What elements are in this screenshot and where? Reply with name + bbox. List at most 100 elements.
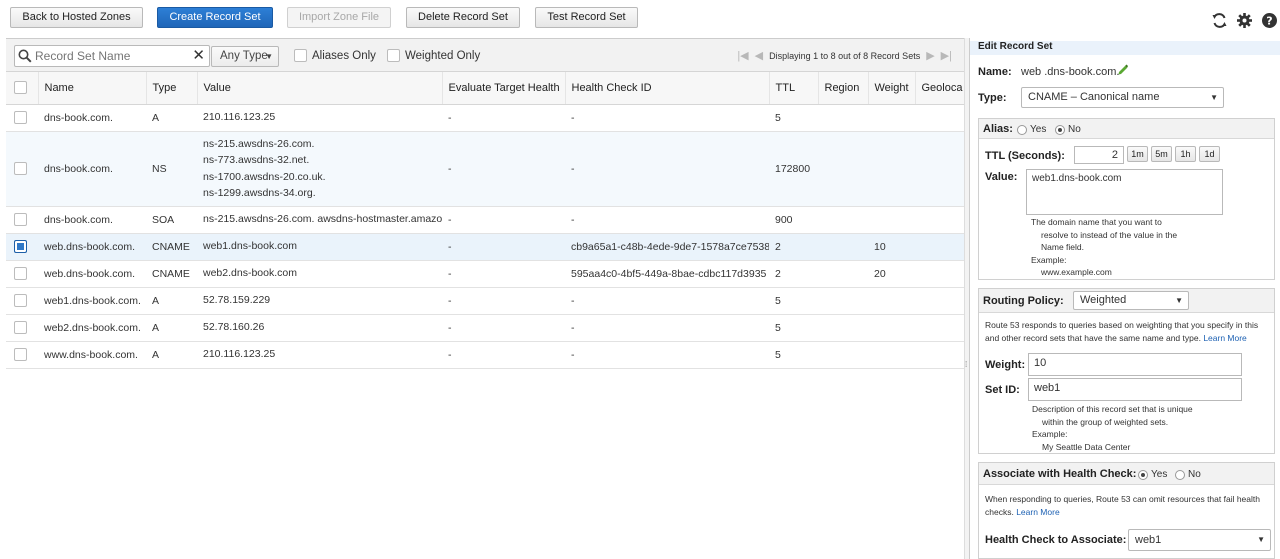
column-header[interactable]: Name — [38, 72, 147, 105]
name-label: Name: — [978, 66, 1012, 78]
cell-type: CNAME — [146, 260, 197, 288]
row-checkbox[interactable] — [14, 321, 27, 334]
table-header: Name Type Value Evaluate Target Health H… — [6, 72, 965, 105]
alias-yes-radio[interactable] — [1017, 124, 1027, 135]
weighted-only-filter[interactable]: Weighted Only — [387, 49, 480, 62]
column-header[interactable]: Type — [146, 72, 198, 105]
table-row[interactable]: www.dns-book.com. A 210.116.123.25- -5 — [6, 341, 964, 369]
cell-region — [818, 131, 868, 207]
import-zone-file-button[interactable]: Import Zone File — [287, 7, 391, 28]
column-header[interactable]: Health Check ID — [565, 72, 770, 105]
search-input[interactable] — [35, 48, 185, 64]
row-checkbox[interactable] — [14, 348, 27, 361]
gear-icon[interactable] — [1236, 12, 1253, 29]
column-header[interactable]: Value — [197, 72, 443, 105]
ttl-1m-button[interactable]: 1m — [1127, 146, 1148, 162]
cell-value: ns-215.awsdns-26.com. ns-773.awsdns-32.ne… — [197, 131, 442, 207]
cell-name: web2.dns-book.com. — [38, 314, 146, 342]
value-line: ns-215.awsdns-26.com. — [203, 137, 315, 150]
alias-no-radio[interactable] — [1055, 124, 1065, 135]
table-row[interactable]: web1.dns-book.com. A 52.78.159.229- -5 — [6, 287, 964, 315]
value-label: Value: — [985, 171, 1018, 183]
edit-record-set-panel: Edit Record Set Name: web .dns-book.com.… — [969, 38, 1280, 559]
alias-no-label: No — [1068, 124, 1081, 135]
back-to-hosted-zones-button[interactable]: Back to Hosted Zones — [10, 7, 143, 28]
set-id-input[interactable]: web1 — [1028, 378, 1242, 401]
table-row[interactable]: dns-book.com. NS ns-215.awsdns-26.com. ns-7… — [6, 131, 964, 207]
table-row[interactable]: dns-book.com. SOA ns-215.awsdns-26.com. aw… — [6, 206, 964, 234]
toolbar: Back to Hosted Zones Create Record Set I… — [0, 0, 1280, 38]
last-page-icon[interactable]: ▶| — [941, 49, 952, 62]
cell-value: 210.116.123.25 — [197, 104, 442, 132]
ttl-5m-button[interactable]: 5m — [1151, 146, 1172, 162]
alias-no-option[interactable]: No — [1055, 124, 1081, 135]
delete-record-set-button[interactable]: Delete Record Set — [406, 7, 520, 28]
table-row[interactable]: web.dns-book.com. CNAME web2.dns-book.com -… — [6, 260, 964, 288]
row-checkbox[interactable] — [14, 267, 27, 280]
column-header[interactable]: Region — [818, 72, 869, 105]
assoc-yes-radio[interactable] — [1138, 469, 1148, 480]
cell-region — [818, 233, 868, 261]
value-line: ns-773.awsdns-32.net. — [203, 154, 310, 166]
toolbar-icons: ? — [1211, 12, 1278, 30]
row-checkbox-cell — [6, 233, 38, 261]
pager-text: Displaying 1 to 8 out of 8 Record Sets — [769, 50, 921, 61]
ttl-input[interactable] — [1074, 146, 1124, 164]
next-page-icon[interactable]: ▶ — [926, 49, 934, 62]
column-header[interactable]: Weight — [868, 72, 916, 105]
row-checkbox-cell — [6, 131, 38, 207]
help-icon[interactable]: ? — [1261, 12, 1278, 29]
table-row[interactable]: web2.dns-book.com. A 52.78.160.26- -5 — [6, 314, 964, 342]
cell-weight — [868, 341, 915, 369]
select-all-checkbox[interactable] — [14, 81, 27, 95]
ttl-1h-button[interactable]: 1h — [1175, 146, 1196, 162]
row-checkbox[interactable] — [14, 240, 27, 253]
row-checkbox[interactable] — [14, 294, 27, 307]
alias-yes-option[interactable]: Yes — [1017, 124, 1046, 135]
weight-input[interactable]: 10 — [1028, 353, 1242, 376]
row-checkbox[interactable] — [14, 162, 27, 175]
cell-type: SOA — [146, 206, 197, 234]
column-header[interactable]: TTL — [769, 72, 819, 105]
create-record-set-button[interactable]: Create Record Set — [157, 7, 273, 28]
cell-weight — [868, 131, 915, 207]
ttl-1d-button[interactable]: 1d — [1199, 146, 1220, 162]
type-label: Type: — [978, 92, 1007, 104]
value-textarea[interactable]: web1.dns-book.com — [1026, 169, 1223, 215]
table-row[interactable]: web.dns-book.com. CNAME web1.dns-book.com -… — [6, 233, 964, 261]
test-record-set-button[interactable]: Test Record Set — [535, 7, 638, 28]
table-row[interactable]: dns-book.com. A 210.116.123.25- -5 — [6, 104, 964, 132]
column-header[interactable]: Geoloca — [915, 72, 965, 105]
aliases-only-filter[interactable]: Aliases Only — [294, 49, 376, 62]
refresh-icon[interactable] — [1211, 12, 1228, 29]
type-select-value: CNAME – Canonical name — [1028, 91, 1160, 103]
prev-page-icon[interactable]: ◀ — [755, 49, 763, 62]
health-check-learn-more-link[interactable]: Learn More — [1016, 507, 1059, 517]
weighted-only-checkbox[interactable] — [387, 49, 400, 62]
clear-search-icon[interactable]: ✕ — [192, 47, 205, 65]
aliases-only-checkbox[interactable] — [294, 49, 307, 62]
cell-region — [818, 104, 868, 132]
cell-ttl: 172800 — [769, 131, 818, 207]
type-select[interactable]: CNAME – Canonical name ▼ — [1021, 87, 1224, 108]
assoc-no-radio[interactable] — [1175, 469, 1185, 480]
drag-handle-icon[interactable]: ⁞ — [965, 360, 967, 369]
chevron-down-icon: ▼ — [1175, 296, 1183, 305]
row-checkbox[interactable] — [14, 213, 27, 226]
row-checkbox-cell — [6, 206, 38, 234]
value-line: 210.116.123.25 — [203, 111, 276, 124]
chevron-down-icon: ▼ — [1210, 93, 1218, 102]
pencil-icon[interactable] — [1117, 63, 1129, 75]
first-page-icon[interactable]: |◀ — [737, 49, 748, 62]
assoc-no-option[interactable]: No — [1175, 469, 1201, 480]
health-check-select[interactable]: web1 ▼ — [1128, 529, 1271, 551]
column-header[interactable]: Evaluate Target Health — [442, 72, 566, 105]
assoc-yes-option[interactable]: Yes — [1138, 469, 1167, 480]
value-line: ns-215.awsdns-26.com. awsdns-hostmaster.… — [203, 213, 442, 226]
routing-policy-select[interactable]: Weighted ▼ — [1073, 291, 1189, 310]
svg-text:?: ? — [1266, 15, 1272, 28]
row-checkbox[interactable] — [14, 111, 27, 124]
cell-region — [818, 341, 868, 369]
routing-learn-more-link[interactable]: Learn More — [1203, 333, 1246, 343]
type-filter-select[interactable]: Any Type ▼ — [211, 46, 279, 67]
